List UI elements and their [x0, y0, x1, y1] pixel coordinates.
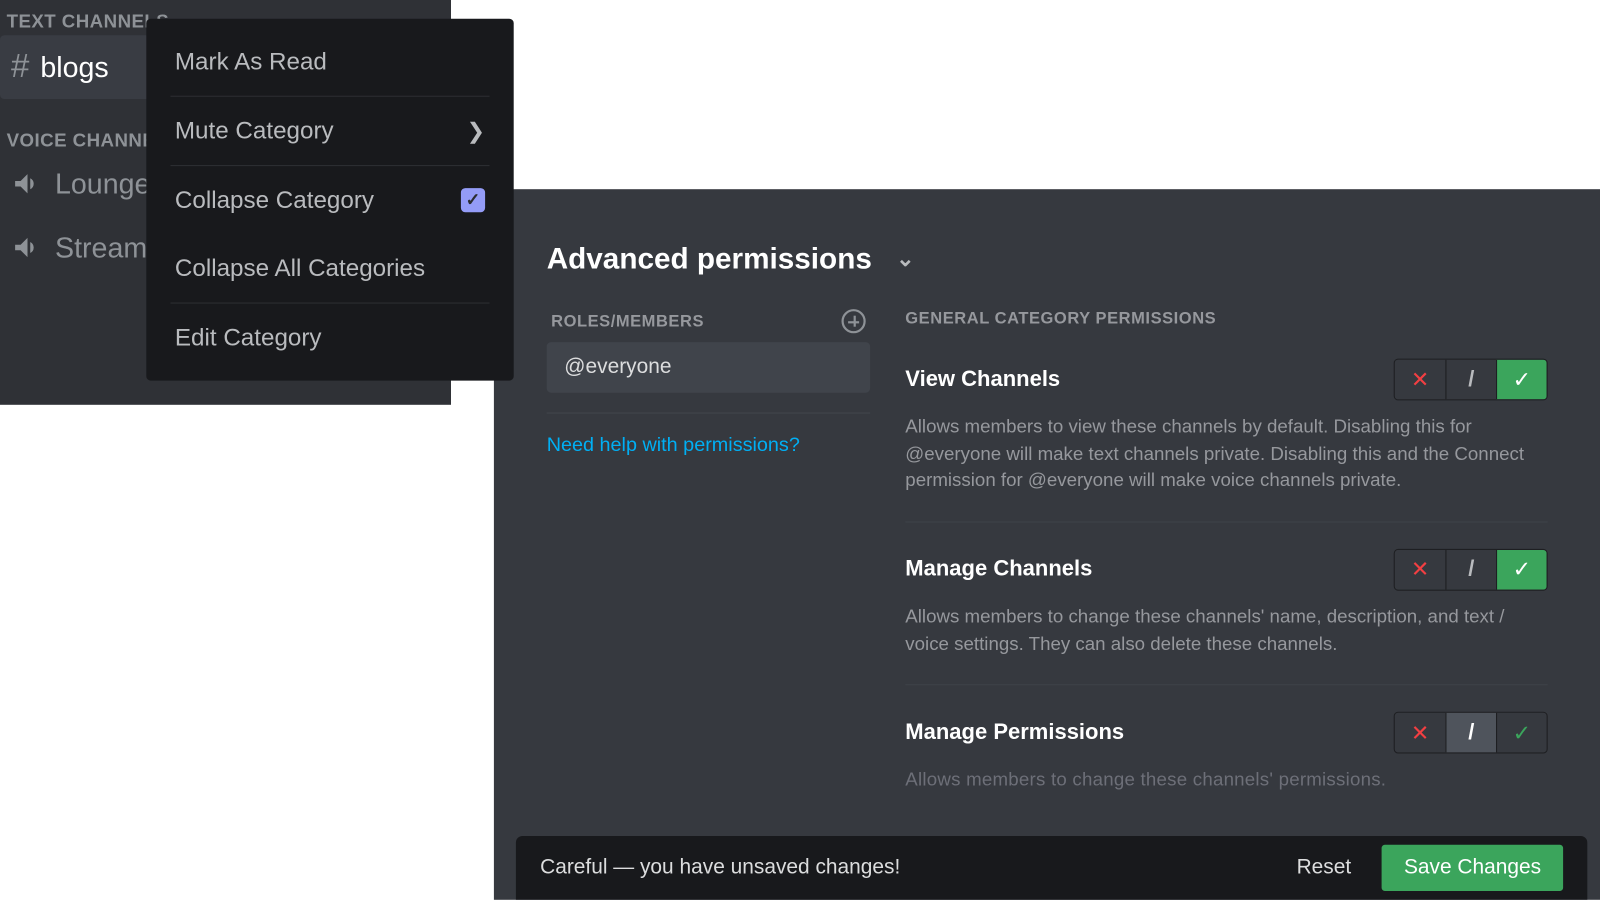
menu-mark-as-read[interactable]: Mark As Read: [157, 28, 502, 96]
permission-manage-permissions: Manage Permissions ✕ / ✓ Allows members …: [905, 712, 1547, 821]
tri-toggle: ✕ / ✓: [1394, 712, 1548, 754]
general-permissions-header: GENERAL CATEGORY PERMISSIONS: [905, 309, 1547, 359]
allow-button[interactable]: ✓: [1496, 360, 1547, 400]
add-role-button[interactable]: [842, 309, 866, 333]
permission-view-channels: View Channels ✕ / ✓ Allows members to vi…: [905, 359, 1547, 523]
menu-label: Mute Category: [175, 117, 334, 146]
roles-members-header: ROLES/MEMBERS: [551, 312, 704, 331]
roles-column: ROLES/MEMBERS @everyone Need help with p…: [547, 309, 870, 820]
advanced-permissions-title: Advanced permissions: [547, 242, 872, 276]
menu-label: Collapse All Categories: [175, 254, 425, 283]
menu-collapse-category[interactable]: Collapse Category ✓: [157, 166, 502, 234]
hash-icon: #: [11, 48, 29, 85]
neutral-button[interactable]: /: [1445, 713, 1496, 753]
advanced-permissions-header[interactable]: Advanced permissions ⌄: [547, 242, 1548, 276]
allow-button[interactable]: ✓: [1496, 713, 1547, 753]
deny-button[interactable]: ✕: [1395, 713, 1446, 753]
role-label: @everyone: [564, 355, 671, 378]
menu-label: Edit Category: [175, 323, 322, 352]
role-everyone[interactable]: @everyone: [547, 342, 870, 393]
chevron-down-icon: ⌄: [896, 245, 914, 273]
allow-button[interactable]: ✓: [1496, 550, 1547, 590]
permission-title: Manage Permissions: [905, 720, 1124, 745]
checkbox-icon: ✓: [461, 188, 485, 212]
speaker-icon: [11, 231, 44, 264]
category-settings-panel: Advanced permissions ⌄ ROLES/MEMBERS @ev…: [494, 189, 1600, 900]
channel-name: blogs: [40, 50, 108, 84]
neutral-button[interactable]: /: [1445, 360, 1496, 400]
deny-button[interactable]: ✕: [1395, 360, 1446, 400]
permission-title: Manage Channels: [905, 557, 1092, 582]
permissions-column: GENERAL CATEGORY PERMISSIONS View Channe…: [905, 309, 1547, 820]
voice-channel-name: Lounge: [55, 167, 150, 201]
permission-manage-channels: Manage Channels ✕ / ✓ Allows members to …: [905, 549, 1547, 686]
permission-description: Allows members to change these channels'…: [905, 604, 1547, 658]
permission-description: Allows members to view these channels by…: [905, 414, 1547, 495]
menu-edit-category[interactable]: Edit Category: [157, 304, 502, 372]
tri-toggle: ✕ / ✓: [1394, 359, 1548, 401]
menu-label: Mark As Read: [175, 47, 327, 76]
unsaved-message: Careful — you have unsaved changes!: [540, 856, 900, 880]
tri-toggle: ✕ / ✓: [1394, 549, 1548, 591]
permission-description: Allows members to change these channels'…: [905, 767, 1547, 794]
deny-button[interactable]: ✕: [1395, 550, 1446, 590]
menu-mute-category[interactable]: Mute Category ❯: [157, 97, 502, 165]
permission-title: View Channels: [905, 367, 1060, 392]
menu-collapse-all[interactable]: Collapse All Categories: [157, 234, 502, 302]
reset-button[interactable]: Reset: [1297, 856, 1352, 880]
category-context-menu: Mark As Read Mute Category ❯ Collapse Ca…: [146, 19, 513, 381]
save-changes-button[interactable]: Save Changes: [1382, 845, 1563, 891]
neutral-button[interactable]: /: [1445, 550, 1496, 590]
menu-label: Collapse Category: [175, 186, 374, 215]
permissions-help-link[interactable]: Need help with permissions?: [547, 413, 870, 457]
speaker-icon: [11, 167, 44, 200]
chevron-right-icon: ❯: [467, 117, 485, 145]
unsaved-changes-bar: Careful — you have unsaved changes! Rese…: [516, 836, 1587, 900]
